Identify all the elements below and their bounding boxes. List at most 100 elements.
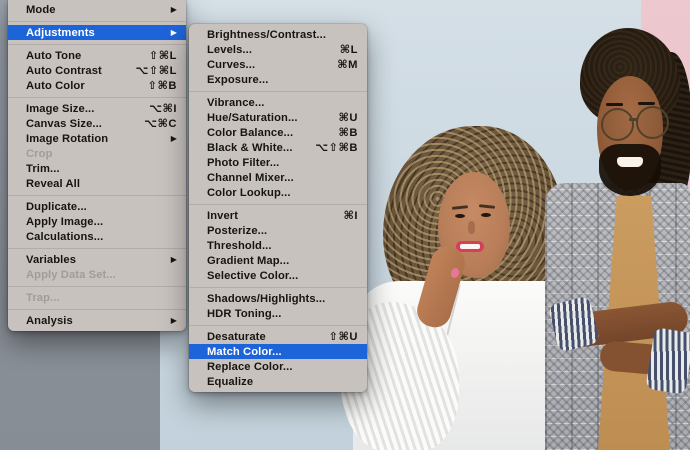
- menu-item-label: Desaturate: [207, 330, 266, 343]
- menu-item-auto-tone[interactable]: Auto Tone ⇧⌘L: [8, 48, 186, 63]
- menu-item-label: Selective Color...: [207, 269, 299, 282]
- menu-item-label: Invert: [207, 209, 239, 222]
- woman-eye: [481, 213, 491, 217]
- menu-item-shortcut: ⌘I: [343, 210, 358, 222]
- menu-separator: [8, 93, 186, 101]
- menu-item-adjustments[interactable]: Adjustments ▶: [8, 25, 186, 40]
- menu-item-image-rotation[interactable]: Image Rotation ▶: [8, 131, 186, 146]
- menu-item-auto-contrast[interactable]: Auto Contrast ⌥⇧⌘L: [8, 63, 186, 78]
- menu-separator: [8, 40, 186, 48]
- menu-item-calculations[interactable]: Calculations...: [8, 229, 186, 244]
- menu-item-photo-filter[interactable]: Photo Filter...: [189, 155, 367, 170]
- menu-item-gradient-map[interactable]: Gradient Map...: [189, 253, 367, 268]
- man-glasses-bridge: [629, 118, 637, 121]
- menu-item-shortcut: ⇧⌘L: [148, 50, 177, 62]
- menu-item-label: Curves...: [207, 58, 256, 71]
- menu-item-posterize[interactable]: Posterize...: [189, 223, 367, 238]
- menu-item-levels[interactable]: Levels... ⌘L: [189, 42, 367, 57]
- menu-item-exposure[interactable]: Exposure...: [189, 72, 367, 87]
- menu-item-selective-color[interactable]: Selective Color...: [189, 268, 367, 283]
- menu-item-label: Channel Mixer...: [207, 171, 294, 184]
- menu-item-label: Brightness/Contrast...: [207, 28, 327, 41]
- submenu-arrow-icon: ▶: [170, 27, 177, 37]
- man-eyebrow: [606, 103, 623, 106]
- menu-item-image-size[interactable]: Image Size... ⌥⌘I: [8, 101, 186, 116]
- menu-item-color-lookup[interactable]: Color Lookup...: [189, 185, 367, 200]
- menu-separator: [189, 200, 367, 208]
- menu-item-curves[interactable]: Curves... ⌘M: [189, 57, 367, 72]
- menu-item-label: Adjustments: [26, 26, 95, 39]
- menu-item-shortcut: ⌥⌘I: [149, 103, 177, 115]
- menu-item-mode[interactable]: Mode ▶: [8, 2, 186, 17]
- menu-item-label: Levels...: [207, 43, 253, 56]
- menu-item-shortcut: ⇧⌘U: [328, 331, 358, 343]
- menu-item-label: Trim...: [26, 162, 60, 175]
- menu-item-invert[interactable]: Invert ⌘I: [189, 208, 367, 223]
- menu-item-label: Calculations...: [26, 230, 104, 243]
- menu-item-shortcut: ⌥⇧⌘L: [135, 65, 177, 77]
- menu-item-apply-data-set: Apply Data Set...: [8, 267, 186, 282]
- menu-item-match-color[interactable]: Match Color...: [189, 344, 367, 359]
- woman-nose: [468, 221, 475, 234]
- man-beard: [599, 144, 661, 196]
- submenu-arrow-icon: ▶: [170, 254, 177, 264]
- submenu-arrow-icon: ▶: [170, 315, 177, 325]
- menu-item-label: Color Lookup...: [207, 186, 291, 199]
- menu-item-hue-saturation[interactable]: Hue/Saturation... ⌘U: [189, 110, 367, 125]
- menu-item-color-balance[interactable]: Color Balance... ⌘B: [189, 125, 367, 140]
- submenu-arrow-icon: ▶: [170, 4, 177, 14]
- menu-separator: [189, 283, 367, 291]
- menu-item-threshold[interactable]: Threshold...: [189, 238, 367, 253]
- menu-item-shortcut: ⇧⌘B: [147, 80, 177, 92]
- menu-item-channel-mixer[interactable]: Channel Mixer...: [189, 170, 367, 185]
- menu-item-apply-image[interactable]: Apply Image...: [8, 214, 186, 229]
- man-glasses-lens: [601, 108, 634, 141]
- menu-item-label: Black & White...: [207, 141, 293, 154]
- menu-separator: [8, 17, 186, 25]
- menu-item-desaturate[interactable]: Desaturate ⇧⌘U: [189, 329, 367, 344]
- menu-item-trim[interactable]: Trim...: [8, 161, 186, 176]
- woman-smile: [460, 244, 480, 249]
- menu-item-canvas-size[interactable]: Canvas Size... ⌥⌘C: [8, 116, 186, 131]
- menu-item-variables[interactable]: Variables ▶: [8, 252, 186, 267]
- man-eyebrow: [638, 102, 655, 105]
- menu-item-shortcut: ⌘B: [338, 127, 358, 139]
- submenu-arrow-icon: ▶: [170, 133, 177, 143]
- menu-item-label: Variables: [26, 253, 77, 266]
- menu-item-label: Image Size...: [26, 102, 95, 115]
- menu-item-replace-color[interactable]: Replace Color...: [189, 359, 367, 374]
- menu-item-black-and-white[interactable]: Black & White... ⌥⇧⌘B: [189, 140, 367, 155]
- menu-item-shortcut: ⌘U: [338, 112, 358, 124]
- menu-item-label: Vibrance...: [207, 96, 265, 109]
- menu-item-analysis[interactable]: Analysis ▶: [8, 313, 186, 328]
- menu-item-label: Gradient Map...: [207, 254, 290, 267]
- menu-separator: [189, 321, 367, 329]
- menu-item-label: Duplicate...: [26, 200, 87, 213]
- menu-item-trap: Trap...: [8, 290, 186, 305]
- menu-item-label: Replace Color...: [207, 360, 293, 373]
- menu-item-auto-color[interactable]: Auto Color ⇧⌘B: [8, 78, 186, 93]
- menu-item-label: Shadows/Highlights...: [207, 292, 326, 305]
- menu-item-brightness-contrast[interactable]: Brightness/Contrast...: [189, 27, 367, 42]
- menu-separator: [189, 87, 367, 95]
- menu-item-hdr-toning[interactable]: HDR Toning...: [189, 306, 367, 321]
- menu-item-equalize[interactable]: Equalize: [189, 374, 367, 389]
- menu-item-label: Trap...: [26, 291, 60, 304]
- menu-item-label: HDR Toning...: [207, 307, 282, 320]
- menu-item-reveal-all[interactable]: Reveal All: [8, 176, 186, 191]
- menu-item-shortcut: ⌘L: [339, 44, 358, 56]
- menu-item-label: Posterize...: [207, 224, 268, 237]
- menu-item-duplicate[interactable]: Duplicate...: [8, 199, 186, 214]
- menu-separator: [8, 244, 186, 252]
- menu-item-vibrance[interactable]: Vibrance...: [189, 95, 367, 110]
- menu-item-label: Exposure...: [207, 73, 269, 86]
- menu-item-shadows-highlights[interactable]: Shadows/Highlights...: [189, 291, 367, 306]
- menu-item-label: Equalize: [207, 375, 254, 388]
- menu-item-label: Apply Image...: [26, 215, 104, 228]
- menu-item-label: Threshold...: [207, 239, 272, 252]
- image-menu: Mode ▶ Adjustments ▶ Auto Tone ⇧⌘L Auto Con…: [8, 0, 186, 331]
- menu-separator: [8, 305, 186, 313]
- menu-item-label: Auto Color: [26, 79, 85, 92]
- menu-item-label: Reveal All: [26, 177, 81, 190]
- menu-item-label: Color Balance...: [207, 126, 294, 139]
